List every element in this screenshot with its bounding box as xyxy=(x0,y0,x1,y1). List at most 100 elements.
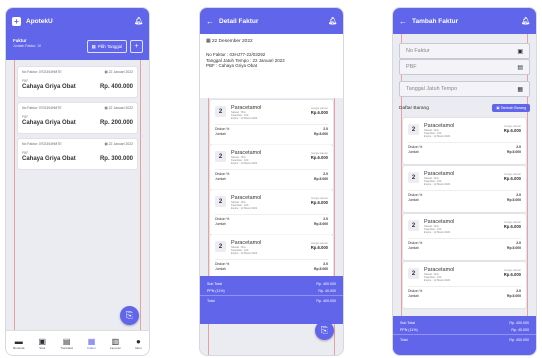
nav-item-stok[interactable]: ▣ Stok xyxy=(39,337,47,350)
discount-values: 2.0 Rp.5.000 xyxy=(314,172,328,182)
pick-date-label: Pilih Tanggal xyxy=(97,44,122,49)
nav-item-laporan[interactable]: ▥ Laporan xyxy=(110,337,121,350)
back-arrow-icon[interactable]: ← xyxy=(206,17,214,26)
sum-value: Rp.5.000 xyxy=(507,294,521,298)
unit-price: Rp.6.000 xyxy=(503,128,521,133)
invoice-card[interactable]: No Faktur: 0702304HMTE ▦ 22 Januari 2022 P… xyxy=(18,103,137,133)
guide-line-left xyxy=(14,20,15,355)
medicine-item-card[interactable]: 2 Paracetamol Satuan : Box Kuantitas : 100 E… xyxy=(403,118,526,164)
invoice-date-group: ▦ 22 Januari 2022 xyxy=(105,142,133,146)
nav-item-faktur[interactable]: ▦ Faktur xyxy=(87,337,96,350)
item-divider xyxy=(408,238,521,239)
unit-price: Rp.6.000 xyxy=(310,155,328,160)
sum-label: Jumlah xyxy=(215,222,226,226)
sum-label: Jumlah xyxy=(215,132,226,136)
medicine-details: Satuan : Box Kuantitas : 100 Expire : 12 M… xyxy=(231,201,257,211)
app-bar: ← Detail Faktur 🔔︎ xyxy=(200,8,343,34)
field-placeholder: Tanggal Jatuh Tempo xyxy=(406,86,458,92)
input-field-invoice-number[interactable]: No Faktur ▣ xyxy=(399,43,530,59)
discount-labels: Diskon % Jumlah xyxy=(408,241,422,251)
totals-row: Sub Total Rp. 400.000 xyxy=(393,320,536,327)
discount-values: 2.0 Rp.5.000 xyxy=(507,241,521,251)
add-document-icon: ⎘ xyxy=(125,310,134,320)
invoice-number: No Faktur: 0702304HMTE xyxy=(22,142,62,146)
invoice-amount: Rp. 300.000 xyxy=(99,156,133,162)
plus-icon: + xyxy=(134,43,139,50)
nav-item-label: Akun xyxy=(135,345,142,350)
item-divider xyxy=(215,124,328,125)
invoice-card[interactable]: No Faktur: 0702304HMTE ▦ 22 Januari 2022 P… xyxy=(18,139,137,169)
medicine-item-card[interactable]: 2 Paracetamol Satuan : Box Kuantitas : 100 E… xyxy=(210,100,333,145)
totals-panel: Sub Total Rp. 400.000 PPN (11%) Rp. 40.000 T… xyxy=(393,316,536,355)
medicine-item-card[interactable]: 2 Paracetamol Satuan : Box Kuantitas : 100 E… xyxy=(403,166,526,212)
unit-price: Rp.6.000 xyxy=(503,176,521,181)
invoice-amount: Rp. 400.000 xyxy=(99,84,133,90)
medicine-detail-line: Expire : 12 Maret 2022 xyxy=(424,231,451,235)
medicine-item-card[interactable]: 2 Paracetamol Satuan : Box Kuantitas : 100 E… xyxy=(210,235,333,280)
supplier-name: Cahaya Griya Obat xyxy=(22,84,76,90)
medicine-item-card[interactable]: 2 Paracetamol Satuan : Box Kuantitas : 100 E… xyxy=(210,145,333,190)
building-icon: ▤ xyxy=(517,64,523,71)
add-invoice-button[interactable]: + xyxy=(130,40,143,53)
app-bar: ← Tambah Faktur 🔔︎ xyxy=(393,8,536,34)
invoice-card-bottom-row: Cahaya Griya Obat Rp. 200.000 xyxy=(22,120,133,126)
input-field-pbf[interactable]: PBF ▤ xyxy=(399,59,530,75)
medicine-detail-line: Expire : 12 Maret 2022 xyxy=(231,162,258,166)
totals-value: Rp. 40.000 xyxy=(318,289,336,293)
invoice-card-bottom-row: Cahaya Griya Obat Rp. 400.000 xyxy=(22,84,133,90)
unit-price: Rp.6.000 xyxy=(310,200,328,205)
discount-values: 2.0 Rp.5.000 xyxy=(507,193,521,203)
add-item-button[interactable]: ▣ Tambah Barang xyxy=(492,104,530,112)
sum-label: Jumlah xyxy=(408,294,419,298)
medicine-item-card[interactable]: 2 Paracetamol Satuan : Box Kuantitas : 100 E… xyxy=(403,214,526,260)
totals-value: Rp. 400.000 xyxy=(509,338,529,342)
medicine-details: Satuan : Box Kuantitas : 100 Expire : 12 M… xyxy=(424,177,450,187)
add-invoice-fab[interactable]: ⎘ xyxy=(120,306,139,325)
nav-item-akun[interactable]: ● Akun xyxy=(135,337,142,350)
invoice-filter-bar: Faktur Jumlah Faktur: 10 ▦ Pilih Tanggal… xyxy=(6,34,149,60)
discount-labels: Diskon % Jumlah xyxy=(408,145,422,155)
nav-item-transaksi[interactable]: ▤ Transaksi xyxy=(60,337,73,350)
medicine-details: Satuan : Box Kuantitas : 100 Expire : 12 M… xyxy=(231,111,257,121)
barcode-icon: ▣ xyxy=(517,48,523,55)
item-divider xyxy=(215,259,328,260)
medicine-details: Satuan : Box Kuantitas : 100 Expire : 12 M… xyxy=(231,156,257,166)
totals-label: Total xyxy=(207,299,215,303)
item-quantity-badge: 2 xyxy=(408,268,419,279)
item-divider xyxy=(408,286,521,287)
supplier-tag: PBF xyxy=(22,115,29,119)
totals-label: Sub Total xyxy=(400,321,415,325)
unit-price: Rp.6.000 xyxy=(503,224,521,229)
edit-invoice-fab[interactable]: ⎘ xyxy=(315,321,334,340)
app-title: ApotekU xyxy=(26,17,53,25)
pick-date-button[interactable]: ▦ Pilih Tanggal xyxy=(86,40,127,53)
sum-value: Rp.5.000 xyxy=(314,177,328,181)
sum-label: Jumlah xyxy=(408,150,419,154)
discount-values: 2.0 Rp.5.000 xyxy=(507,289,521,299)
invoice-card-top-row: No Faktur: 0702304HMTE ▦ 22 Januari 2022 xyxy=(22,142,133,146)
item-quantity-badge: 2 xyxy=(408,172,419,183)
input-field-due-date[interactable]: Tanggal Jatuh Tempo ▦ xyxy=(399,81,530,97)
back-arrow-icon[interactable]: ← xyxy=(399,17,407,26)
nav-item-beranda[interactable]: ▬ Beranda xyxy=(13,337,24,350)
invoice-date: 22 Desember 2022 xyxy=(211,39,253,44)
field-placeholder: PBF xyxy=(406,64,417,70)
medicine-item-card[interactable]: 2 Paracetamol Satuan : Box Kuantitas : 100 E… xyxy=(403,262,526,308)
invoice-meta: No Faktur : 03HJ77-22/03292 Tanggal Jatuh… xyxy=(206,52,285,69)
notification-bell-icon[interactable]: 🔔︎ xyxy=(134,17,143,25)
notification-bell-icon[interactable]: 🔔︎ xyxy=(328,17,337,25)
sum-value: Rp.5.000 xyxy=(507,198,521,202)
discount-values: 2.0 Rp.5.000 xyxy=(314,262,328,272)
sum-value: Rp.5.000 xyxy=(314,267,328,271)
invoice-card[interactable]: No Faktur: 0702304HMTE ▦ 22 Januari 2022 P… xyxy=(18,67,137,97)
nav-item-label: Transaksi xyxy=(60,345,74,350)
medicine-item-card[interactable]: 2 Paracetamol Satuan : Box Kuantitas : 100 E… xyxy=(210,190,333,235)
app-bar: + ApotekU 🔔︎ xyxy=(6,8,149,34)
totals-panel: Sub Total Rp. 400.000 PPN (11%) Rp. 40.000 T… xyxy=(200,276,343,324)
discount-labels: Diskon % Jumlah xyxy=(215,217,229,227)
supplier-name: Cahaya Griya Obat xyxy=(22,156,76,162)
notification-bell-icon[interactable]: 🔔︎ xyxy=(521,17,530,25)
add-document-icon: ⎘ xyxy=(320,325,329,335)
totals-row: PPN (11%) Rp. 40.000 xyxy=(200,288,343,295)
stock-icon: ▣ xyxy=(38,336,47,346)
